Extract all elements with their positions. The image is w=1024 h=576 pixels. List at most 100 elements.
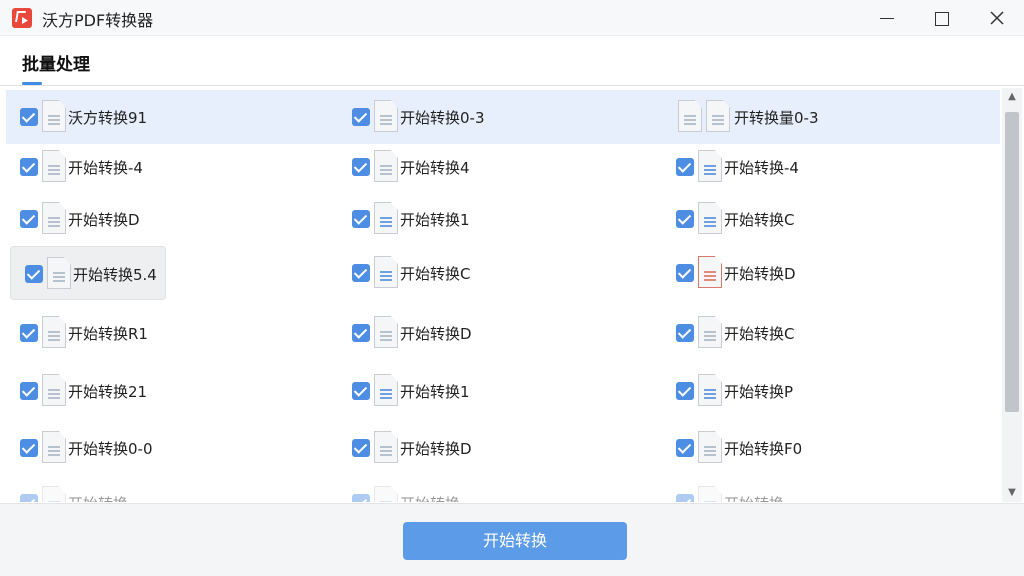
file-item[interactable]: 开始转换D [338, 306, 658, 360]
file-item[interactable]: 开始转换0-0 [6, 421, 326, 475]
file-name: 开始转换D [68, 211, 140, 229]
scroll-up-arrow-icon[interactable]: ▲ [1002, 88, 1022, 106]
file-item[interactable]: 开始转换D [662, 246, 982, 300]
checkbox-checked-icon[interactable] [352, 494, 370, 502]
file-item[interactable]: 开始转换C [662, 192, 982, 246]
file-item[interactable]: 开始转换 [6, 476, 326, 502]
checkbox-checked-icon[interactable] [676, 439, 694, 457]
tab-batch-processing[interactable]: 批量处理 [22, 50, 90, 75]
document-icon [374, 374, 398, 406]
checkbox-checked-icon[interactable] [20, 439, 38, 457]
scroll-down-arrow-icon[interactable]: ▼ [1002, 484, 1022, 502]
file-item[interactable]: 开始转换 [338, 476, 658, 502]
close-icon [990, 11, 1004, 25]
file-item[interactable]: 开始转换C [338, 246, 658, 300]
checkbox-checked-icon[interactable] [676, 324, 694, 342]
file-item[interactable]: 开始转换D [6, 192, 326, 246]
list-row[interactable]: 开始转换D 开始转换1 开始转换C [6, 192, 1000, 246]
file-item[interactable]: 开始转换5.4 [10, 246, 166, 300]
list-row[interactable]: 开始转换 开始转换 开始转换 [6, 476, 1000, 502]
file-item[interactable]: 开始转换0-3 [338, 90, 658, 144]
checkbox-checked-icon[interactable] [352, 324, 370, 342]
file-name: 开始转换P [724, 383, 794, 401]
list-row[interactable]: 开始转换5.4 开始转换C 开始转换D [6, 246, 1000, 300]
active-tab-indicator [22, 82, 42, 85]
file-name: 开始转换 [724, 493, 784, 502]
file-item[interactable]: 开始转换D [338, 421, 658, 475]
checkbox-checked-icon[interactable] [20, 210, 38, 228]
checkbox-checked-icon[interactable] [676, 158, 694, 176]
file-item[interactable]: 开始转换-4 [6, 140, 326, 194]
checkbox-checked-icon[interactable] [352, 264, 370, 282]
footer-bar: 开始转换 [0, 503, 1024, 576]
file-item[interactable]: 沃方转换91 [6, 90, 326, 144]
file-name: 开始转换-4 [724, 159, 799, 177]
file-name: 开始转换 [400, 493, 460, 502]
file-item[interactable]: 开始转换-4 [662, 140, 982, 194]
file-item[interactable]: 开始转换R1 [6, 306, 326, 360]
document-icon [374, 486, 398, 502]
document-icon [698, 150, 722, 182]
checkbox-checked-icon[interactable] [20, 382, 38, 400]
file-name: 开始转换R1 [68, 325, 148, 343]
file-item[interactable]: 开始转换21 [6, 364, 326, 418]
vertical-scrollbar[interactable]: ▲ ▼ [1002, 88, 1022, 502]
file-name: 开始转换D [400, 325, 472, 343]
checkbox-checked-icon[interactable] [20, 324, 38, 342]
file-item[interactable]: 开始转换P [662, 364, 982, 418]
file-item[interactable]: 开始转换C [662, 306, 982, 360]
file-name: 开始转换C [724, 211, 795, 229]
document-icon [42, 431, 66, 463]
start-convert-button[interactable]: 开始转换 [403, 522, 627, 560]
file-item[interactable]: 开始转换F0 [662, 421, 982, 475]
list-row[interactable]: 开始转换0-0 开始转换D 开始转换F0 [6, 421, 1000, 475]
list-row[interactable]: 开始转换21 开始转换1 开始转换P [6, 364, 1000, 418]
document-icon [42, 100, 66, 132]
file-name: 开始转换D [724, 265, 796, 283]
checkbox-checked-icon[interactable] [676, 494, 694, 502]
app-logo-icon [12, 8, 32, 28]
document-icon [42, 202, 66, 234]
minimize-button[interactable] [864, 0, 910, 36]
file-name: 开始转换21 [68, 383, 148, 401]
list-row[interactable]: 沃方转换91 开始转换0-3 开转换量0-3 [6, 90, 1000, 144]
checkbox-checked-icon[interactable] [20, 494, 38, 502]
list-row[interactable]: 开始转换-4 开始转换4 开始转换-4 [6, 140, 1000, 194]
file-item[interactable]: 开始转换4 [338, 140, 658, 194]
document-icon [374, 431, 398, 463]
scrollbar-thumb[interactable] [1005, 112, 1019, 412]
list-row[interactable]: 开始转换R1 开始转换D 开始转换C [6, 306, 1000, 360]
document-icon [374, 256, 398, 288]
checkbox-checked-icon[interactable] [676, 264, 694, 282]
tab-bar: 批量处理 [0, 36, 1024, 86]
checkbox-checked-icon[interactable] [676, 382, 694, 400]
checkbox-checked-icon[interactable] [352, 382, 370, 400]
document-icon [42, 316, 66, 348]
close-button[interactable] [974, 0, 1020, 36]
document-icon [698, 316, 722, 348]
checkbox-checked-icon[interactable] [352, 439, 370, 457]
file-name: 开始转换4 [400, 159, 470, 177]
file-name: 开始转换0-0 [68, 440, 153, 458]
file-item[interactable]: 开转换量0-3 [662, 90, 982, 144]
document-icon [698, 256, 722, 288]
checkbox-checked-icon[interactable] [25, 265, 43, 283]
file-item[interactable]: 开始转换1 [338, 364, 658, 418]
checkbox-checked-icon[interactable] [20, 108, 38, 126]
document-icon [374, 202, 398, 234]
file-name: 开始转换1 [400, 383, 470, 401]
title-bar: 沃方PDF转换器 [0, 0, 1024, 36]
file-name: 开始转换 [68, 493, 128, 502]
maximize-button[interactable] [918, 0, 964, 36]
file-item[interactable]: 开始转换1 [338, 192, 658, 246]
file-name: 开始转换0-3 [400, 109, 485, 127]
document-icon [698, 374, 722, 406]
checkbox-checked-icon[interactable] [352, 158, 370, 176]
file-item[interactable]: 开始转换 [662, 476, 982, 502]
checkbox-checked-icon[interactable] [352, 108, 370, 126]
checkbox-checked-icon[interactable] [20, 158, 38, 176]
checkbox-checked-icon[interactable] [352, 210, 370, 228]
checkbox-checked-icon[interactable] [676, 210, 694, 228]
file-name: 开始转换C [724, 325, 795, 343]
file-name: 开转换量0-3 [734, 109, 819, 127]
